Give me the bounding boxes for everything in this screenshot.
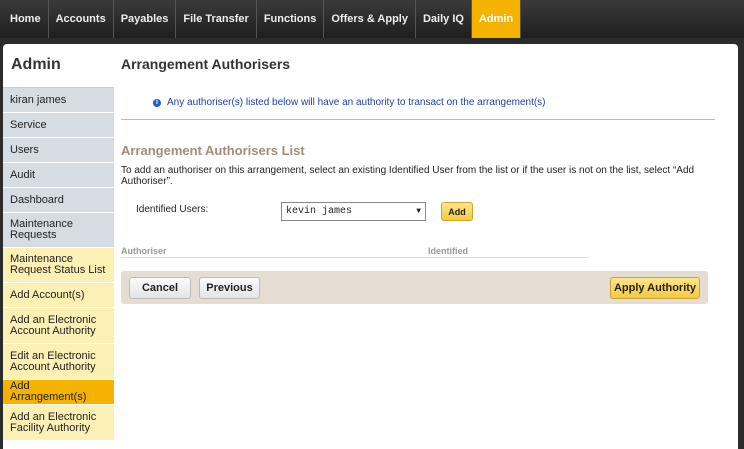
info-icon: i [153,98,161,107]
nav-home[interactable]: Home [3,0,49,38]
action-bar: Cancel Previous Apply Authority [121,271,708,304]
page-content: Admin kiran james Service Users Audit Da… [3,44,738,449]
nav-file-transfer[interactable]: File Transfer [176,0,257,38]
sidebar-item-user[interactable]: kiran james [3,88,114,113]
chevron-down-icon: ▼ [416,207,421,216]
table-header-divider [121,257,589,258]
identified-users-label: Identified Users: [136,204,209,215]
info-text: Any authoriser(s) listed below will have… [167,97,546,108]
sidebar-item-dashboard[interactable]: Dashboard [3,188,114,213]
sidebar-item-add-accounts[interactable]: Add Account(s) [3,283,114,308]
sidebar-item-maintenance-requests[interactable]: Maintenance Requests [3,213,114,248]
sidebar-item-users[interactable]: Users [3,138,114,163]
help-text: To add an authoriser on this arrangement… [121,165,695,187]
sidebar: Admin kiran james Service Users Audit Da… [3,44,114,449]
add-button[interactable]: Add [441,202,473,221]
previous-button[interactable]: Previous [199,277,260,299]
sidebar-item-service[interactable]: Service [3,113,114,138]
section-title: Arrangement Authorisers List [121,143,305,158]
column-header-identified: Identified [428,246,468,256]
main-panel: Arrangement Authorisers i Any authoriser… [121,44,715,449]
sidebar-item-add-electronic-facility-authority[interactable]: Add an Electronic Facility Authority [3,405,114,441]
nav-daily-iq[interactable]: Daily IQ [416,0,472,38]
nav-payables[interactable]: Payables [114,0,177,38]
sidebar-item-add-electronic-account-authority[interactable]: Add an Electronic Account Authority [3,308,114,344]
column-header-authoriser: Authoriser [121,246,167,256]
identified-users-value: kevin james [286,206,353,217]
cancel-button[interactable]: Cancel [129,277,191,299]
sidebar-item-audit[interactable]: Audit [3,163,114,188]
sidebar-item-edit-electronic-account-authority[interactable]: Edit an Electronic Account Authority [3,344,114,380]
nav-functions[interactable]: Functions [257,0,325,38]
apply-authority-button[interactable]: Apply Authority [610,277,700,299]
top-navigation: Home Accounts Payables File Transfer Fun… [0,0,744,38]
nav-offers-apply[interactable]: Offers & Apply [324,0,416,38]
info-message: i Any authoriser(s) listed below will ha… [153,97,546,108]
divider [121,119,715,120]
sidebar-title: Admin [3,44,114,88]
sidebar-item-maintenance-request-status[interactable]: Maintenance Request Status List [3,248,114,283]
identified-users-select[interactable]: kevin james ▼ [281,202,426,221]
page-title: Arrangement Authorisers [121,56,291,72]
nav-admin[interactable]: Admin [471,0,522,38]
sidebar-item-add-arrangements[interactable]: Add Arrangement(s) [3,380,114,405]
nav-accounts[interactable]: Accounts [49,0,114,38]
